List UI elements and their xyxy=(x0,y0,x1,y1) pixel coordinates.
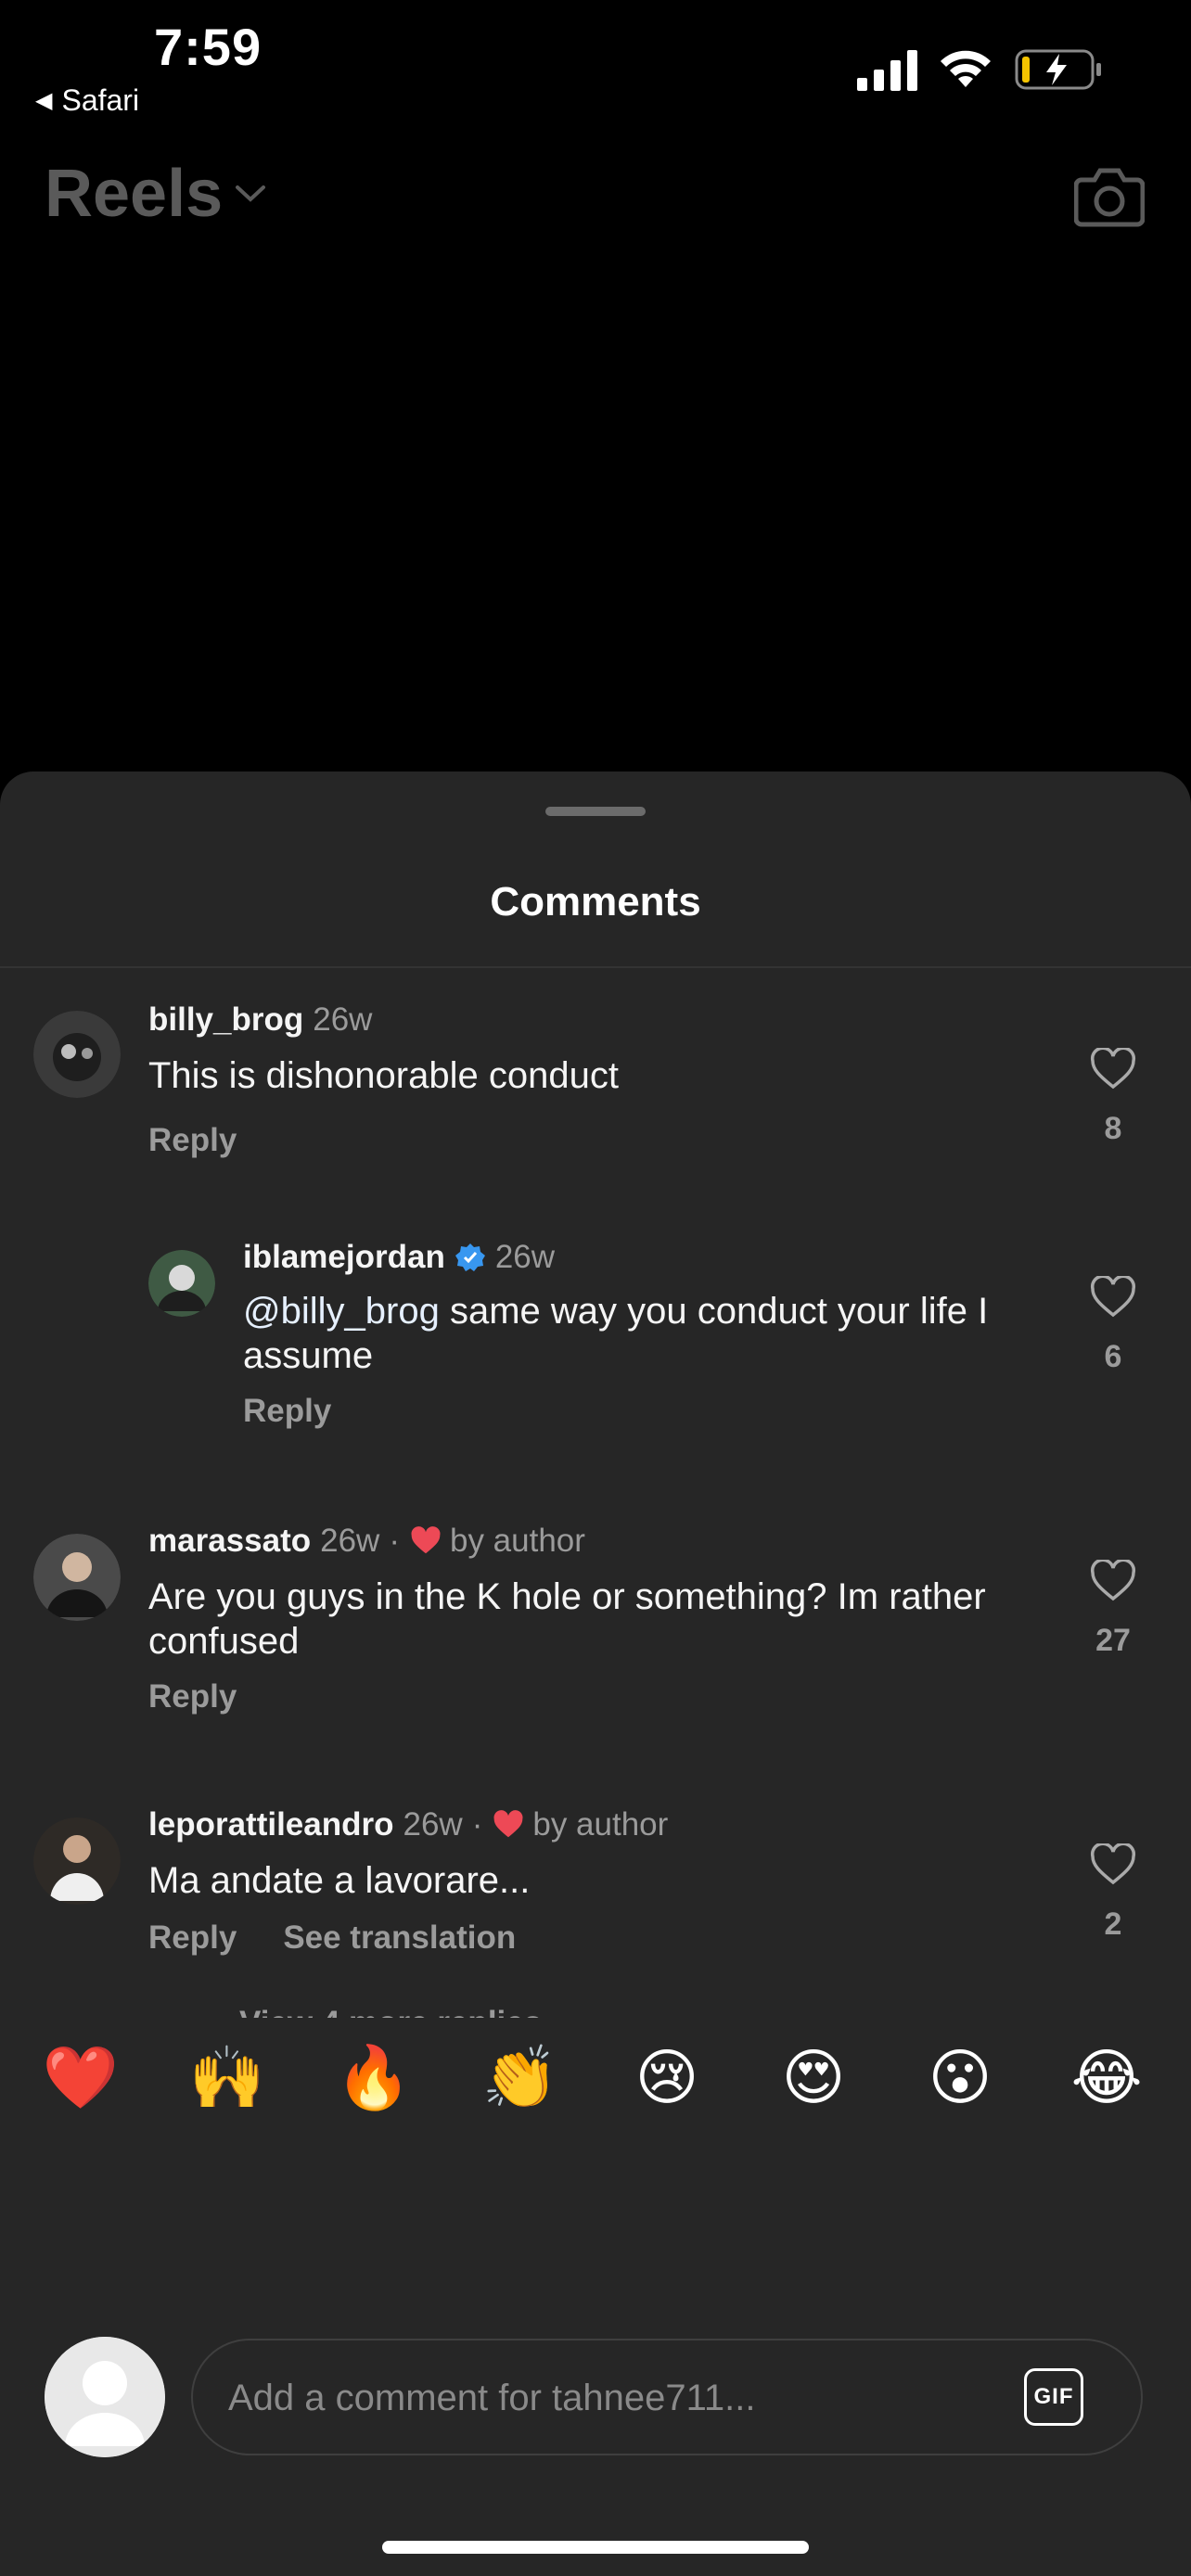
comment-text: This is dishonorable conduct xyxy=(148,1055,619,1096)
mention-link[interactable]: @billy_brog xyxy=(243,1291,440,1332)
comments-sheet: Comments billy_brog 26w This is dishonor… xyxy=(0,772,1191,2576)
comment-age: 26w xyxy=(320,1523,380,1559)
liked-by-author: by author xyxy=(492,1806,668,1843)
comment-like: 2 xyxy=(1085,1843,1141,1943)
status-bar: 7:59 ◀ Safari xyxy=(0,0,1191,130)
heart-icon[interactable] xyxy=(1090,1048,1136,1090)
reply-button[interactable]: Reply xyxy=(148,1919,237,1957)
comment-like: 8 xyxy=(1085,1048,1141,1147)
comment-input-box: GIF xyxy=(191,2339,1143,2455)
emoji-laughing[interactable]: 😂 xyxy=(1065,2044,1148,2111)
comment-username[interactable]: iblamejordan xyxy=(243,1239,445,1276)
comment-meta: marassato 26w · by author xyxy=(148,1523,585,1560)
user-avatar[interactable] xyxy=(33,1534,121,1621)
my-avatar xyxy=(45,2337,165,2457)
back-triangle-icon: ◀ xyxy=(35,88,53,113)
comment-like: 6 xyxy=(1085,1276,1141,1375)
comment-meta: iblamejordan 26w xyxy=(243,1239,555,1276)
reels-title: Reels xyxy=(45,157,224,231)
back-label: Safari xyxy=(61,83,140,117)
camera-icon[interactable] xyxy=(1074,163,1145,228)
meta-separator: · xyxy=(389,1523,400,1559)
liked-by-author: by author xyxy=(409,1523,585,1560)
see-translation-button[interactable]: See translation xyxy=(283,1919,516,1957)
red-heart-icon xyxy=(411,1526,441,1554)
by-author-label: by author xyxy=(449,1523,585,1559)
emoji-fire[interactable]: 🔥 xyxy=(332,2044,416,2111)
sheet-grabber[interactable] xyxy=(545,807,646,816)
like-count: 8 xyxy=(1104,1111,1122,1146)
back-to-safari[interactable]: ◀ Safari xyxy=(35,83,139,118)
comment-text: Are you guys in the K hole or something?… xyxy=(148,1576,986,1662)
battery-charging-icon xyxy=(1015,49,1101,90)
comment-age: 26w xyxy=(494,1239,556,1275)
comment-meta: leporattileandro 26w · by author xyxy=(148,1806,668,1843)
emoji-clap[interactable]: 👏 xyxy=(479,2044,562,2111)
comment-text: @billy_brog same way you conduct your li… xyxy=(243,1289,1041,1378)
red-heart-icon xyxy=(493,1810,523,1838)
sheet-title: Comments xyxy=(490,879,701,925)
comment-username[interactable]: marassato xyxy=(148,1523,311,1560)
by-author-label: by author xyxy=(532,1806,669,1843)
view-more-replies-label: View 4 more replies xyxy=(239,2005,542,2018)
chevron-down-icon xyxy=(236,185,266,202)
gif-button[interactable]: GIF xyxy=(1024,2368,1083,2426)
home-indicator[interactable] xyxy=(382,2541,809,2554)
like-count: 2 xyxy=(1104,1906,1122,1942)
comment-username[interactable]: leporattileandro xyxy=(148,1806,393,1843)
comment-input[interactable] xyxy=(226,2340,991,2455)
like-count: 6 xyxy=(1104,1339,1122,1374)
user-avatar[interactable] xyxy=(148,1250,215,1317)
reply-button[interactable]: Reply xyxy=(243,1393,331,1430)
heart-icon[interactable] xyxy=(1090,1843,1136,1886)
emoji-heart-eyes[interactable]: 😍 xyxy=(772,2044,855,2111)
emoji-heart[interactable]: ❤️ xyxy=(39,2044,122,2111)
reply-button[interactable]: Reply xyxy=(148,1122,237,1159)
comment-text: Ma andate a lavorare... xyxy=(148,1860,531,1901)
comment-like: 27 xyxy=(1085,1560,1141,1659)
meta-separator: · xyxy=(471,1806,483,1843)
cellular-signal-icon xyxy=(857,50,917,91)
user-avatar[interactable] xyxy=(33,1817,121,1905)
heart-icon[interactable] xyxy=(1090,1276,1136,1319)
comment-age: 26w xyxy=(313,1001,373,1038)
emoji-surprised[interactable]: 😮 xyxy=(918,2044,1002,2111)
comment-list[interactable]: billy_brog 26w This is dishonorable cond… xyxy=(0,968,1191,2018)
reels-header-dropdown[interactable]: Reels xyxy=(45,156,267,232)
emoji-reaction-bar: ❤️ 🙌 🔥 👏 😢 😍 😮 😂 xyxy=(0,2018,1191,2138)
like-count: 27 xyxy=(1095,1623,1131,1658)
comment-username[interactable]: billy_brog xyxy=(148,1001,303,1039)
wifi-icon xyxy=(941,50,991,87)
user-avatar[interactable] xyxy=(33,1011,121,1098)
heart-icon[interactable] xyxy=(1090,1560,1136,1602)
comment-meta: billy_brog 26w xyxy=(148,1001,372,1039)
emoji-raised-hands[interactable]: 🙌 xyxy=(186,2044,269,2111)
reply-button[interactable]: Reply xyxy=(148,1678,237,1715)
emoji-crying[interactable]: 😢 xyxy=(625,2044,709,2111)
view-more-replies-button[interactable]: View 4 more replies xyxy=(148,2005,542,2018)
status-time: 7:59 xyxy=(154,18,263,76)
verified-badge-icon xyxy=(455,1243,485,1271)
comment-age: 26w xyxy=(403,1806,463,1843)
